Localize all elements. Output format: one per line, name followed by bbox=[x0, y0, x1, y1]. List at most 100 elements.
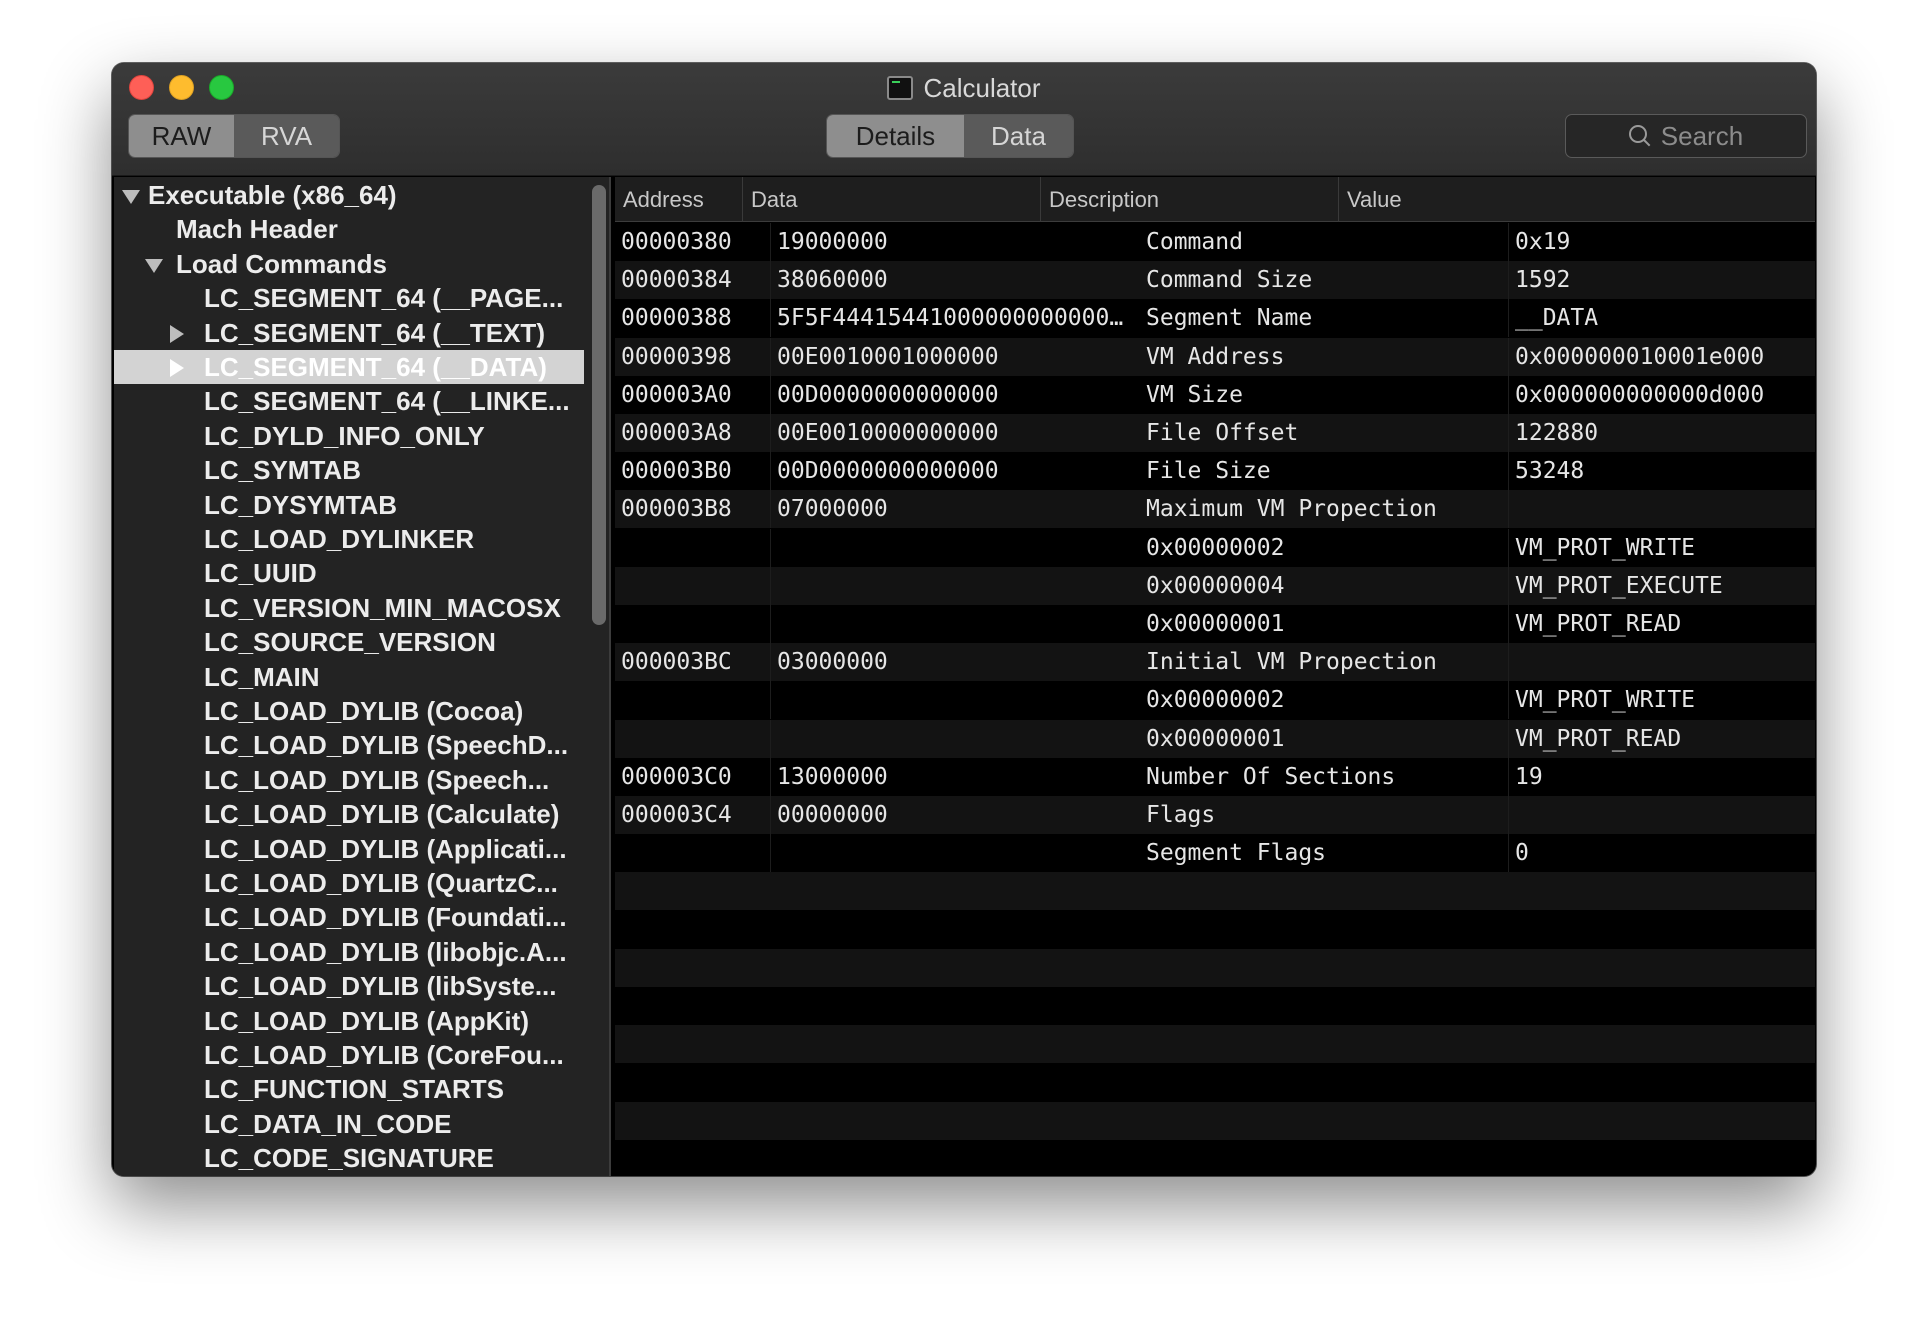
sidebar-item[interactable]: LC_SEGMENT_64 (__PAGE... bbox=[114, 281, 584, 315]
sidebar-item[interactable]: LC_DYLD_INFO_ONLY bbox=[114, 419, 584, 453]
sidebar-item-label: LC_LOAD_DYLIB (CoreFou... bbox=[204, 1040, 564, 1070]
sidebar-item[interactable]: LC_LOAD_DYLIB (Cocoa) bbox=[114, 694, 584, 728]
disclosure-triangle-down-icon[interactable] bbox=[122, 190, 140, 204]
table-row[interactable]: 000003B8 07000000 Maximum VM Propection bbox=[615, 490, 1815, 529]
cell-address bbox=[615, 567, 770, 605]
cell-data bbox=[770, 681, 1140, 720]
cell-description: Segment Flags bbox=[1146, 840, 1327, 867]
sidebar-item-label: LC_LOAD_DYLIB (Cocoa) bbox=[204, 696, 524, 726]
disclosure-triangle-right-icon[interactable] bbox=[170, 359, 184, 377]
details-table: Address Data Description Value 00000380 1… bbox=[615, 177, 1815, 1176]
raw-button[interactable]: RAW bbox=[129, 115, 234, 157]
cell-data: 00D0000000000000 bbox=[770, 375, 1140, 414]
sidebar-item[interactable]: LC_VERSION_MIN_MACOSX bbox=[114, 591, 584, 625]
sidebar-item-label: LC_LOAD_DYLIB (SpeechD... bbox=[204, 730, 569, 761]
sidebar-item-label: LC_LOAD_DYLIB (libobjc.A... bbox=[204, 936, 567, 967]
cell-value: VM_PROT_WRITE bbox=[1508, 528, 1815, 567]
cell-description: VM Size bbox=[1146, 381, 1243, 408]
disclosure-triangle-down-icon[interactable] bbox=[145, 258, 163, 273]
window-title-area: Calculator bbox=[112, 71, 1816, 105]
sidebar-item[interactable]: LC_LOAD_DYLIB (CoreFou... bbox=[114, 1038, 584, 1072]
cell-description: Command Size bbox=[1146, 267, 1313, 294]
table-row[interactable]: 00000388 5F5F44415441000000000000… Segment… bbox=[615, 299, 1815, 338]
table-row[interactable]: 00000384 38060000 Command Size 1592 bbox=[615, 261, 1815, 300]
table-row[interactable]: 000003A8 00E0010000000000 File Offset 12288… bbox=[615, 414, 1815, 452]
data-button[interactable]: Data bbox=[963, 115, 1073, 157]
rva-button[interactable]: RVA bbox=[234, 115, 339, 157]
address-mode-segmented-control: RAW RVA bbox=[128, 114, 340, 158]
sidebar-item[interactable]: LC_SOURCE_VERSION bbox=[114, 625, 584, 659]
sidebar-item[interactable]: LC_MAIN bbox=[114, 660, 584, 694]
cell-description: Command bbox=[1146, 229, 1243, 255]
table-row[interactable]: 0x00000002 VM_PROT_WRITE bbox=[615, 528, 1815, 567]
cell-address: 000003C0 bbox=[621, 763, 732, 790]
table-row[interactable]: 000003A0 00D0000000000000 VM Size 0x0000000… bbox=[615, 375, 1815, 414]
column-header-address[interactable]: Address bbox=[615, 177, 742, 222]
view-mode-segmented-control: Details Data bbox=[826, 114, 1074, 158]
sidebar-item[interactable]: LC_LOAD_DYLIB (AppKit) bbox=[114, 1004, 584, 1038]
table-row[interactable]: 000003BC 03000000 Initial VM Propection bbox=[615, 643, 1815, 682]
sidebar-item[interactable]: LC_FUNCTION_STARTS bbox=[114, 1072, 584, 1106]
sidebar-item[interactable]: LC_UUID bbox=[114, 556, 584, 590]
disclosure-triangle-right-icon[interactable] bbox=[170, 324, 184, 343]
sidebar-item[interactable]: LC_SEGMENT_64 (__TEXT) bbox=[114, 316, 584, 350]
sidebar-item-label: LC_LOAD_DYLIB (QuartzC... bbox=[204, 868, 558, 898]
empty-table-row bbox=[615, 1140, 1815, 1176]
title-bar: Calculator RAW RVA Details Data Search bbox=[112, 63, 1816, 176]
table-row[interactable]: 000003B0 00D0000000000000 File Size 53248 bbox=[615, 452, 1815, 491]
cell-data: 00000000 bbox=[770, 796, 1140, 834]
cell-address: 000003B0 bbox=[621, 458, 732, 485]
sidebar-item-label: LC_DYSYMTAB bbox=[204, 489, 398, 520]
sidebar-item[interactable]: LC_LOAD_DYLIB (SpeechD... bbox=[114, 728, 584, 762]
column-header-data[interactable]: Data bbox=[742, 177, 1040, 222]
sidebar-item[interactable]: LC_DATA_IN_CODE bbox=[114, 1107, 584, 1141]
cell-value: VM_PROT_READ bbox=[1508, 719, 1815, 758]
column-header-value[interactable]: Value bbox=[1338, 177, 1815, 222]
table-row[interactable]: 0x00000002 VM_PROT_WRITE bbox=[615, 681, 1815, 720]
table-row[interactable]: 0x00000001 VM_PROT_READ bbox=[615, 605, 1815, 643]
sidebar-item[interactable]: LC_DYSYMTAB bbox=[114, 488, 584, 522]
cell-value: 0x000000010001e000 bbox=[1508, 337, 1815, 376]
load-commands-sidebar[interactable]: Executable (x86_64) Mach Header Load Comma… bbox=[114, 177, 611, 1176]
table-row[interactable]: 0x00000004 VM_PROT_EXECUTE bbox=[615, 566, 1815, 605]
sidebar-item[interactable]: LC_LOAD_DYLINKER bbox=[114, 522, 584, 556]
sidebar-item-label: LC_UUID bbox=[204, 558, 317, 589]
table-row[interactable]: 0x00000001 VM_PROT_READ bbox=[615, 719, 1815, 758]
cell-description: File Offset bbox=[1146, 420, 1299, 446]
details-button[interactable]: Details bbox=[827, 115, 964, 157]
sidebar-item[interactable]: LC_LOAD_DYLIB (libobjc.A... bbox=[114, 935, 584, 969]
sidebar-item[interactable]: Mach Header bbox=[114, 212, 584, 246]
sidebar-item[interactable]: LC_SEGMENT_64 (__LINKE... bbox=[114, 384, 584, 418]
sidebar-scrollbar[interactable] bbox=[592, 185, 606, 625]
cell-address: 000003C4 bbox=[621, 802, 732, 828]
cell-description: 0x00000001 bbox=[1146, 725, 1285, 752]
cell-value: 1592 bbox=[1508, 261, 1815, 300]
column-header-description[interactable]: Description bbox=[1040, 177, 1338, 222]
sidebar-item[interactable]: LC_LOAD_DYLIB (QuartzC... bbox=[114, 866, 584, 900]
sidebar-item[interactable]: LC_CODE_SIGNATURE bbox=[114, 1141, 584, 1175]
sidebar-item[interactable]: LC_LOAD_DYLIB (Foundati... bbox=[114, 900, 584, 934]
sidebar-item-label: LC_LOAD_DYLIB (Applicati... bbox=[204, 833, 567, 864]
search-field[interactable]: Search bbox=[1565, 114, 1807, 158]
sidebar-item[interactable]: Load Commands bbox=[114, 247, 584, 281]
table-row[interactable]: Segment Flags 0 bbox=[615, 834, 1815, 873]
sidebar-item[interactable]: LC_LOAD_DYLIB (Calculate) bbox=[114, 797, 584, 831]
empty-table-row bbox=[615, 1063, 1815, 1101]
sidebar-item[interactable]: LC_LOAD_DYLIB (libSyste... bbox=[114, 969, 584, 1003]
table-row[interactable]: 00000380 19000000 Command 0x19 bbox=[615, 223, 1815, 261]
cell-value: 53248 bbox=[1508, 452, 1815, 491]
search-icon bbox=[1628, 125, 1651, 147]
sidebar-item[interactable]: Executable (x86_64) bbox=[114, 178, 584, 212]
sidebar-item[interactable]: LC_LOAD_DYLIB (Speech... bbox=[114, 763, 584, 797]
sidebar-item-label: LC_LOAD_DYLIB (libSyste... bbox=[204, 971, 557, 1002]
empty-table-row bbox=[615, 987, 1815, 1025]
cell-description: 0x00000004 bbox=[1146, 572, 1285, 599]
table-row[interactable]: 000003C0 13000000 Number Of Sections 19 bbox=[615, 757, 1815, 796]
sidebar-item[interactable]: LC_SYMTAB bbox=[114, 453, 584, 487]
table-row[interactable]: 000003C4 00000000 Flags bbox=[615, 796, 1815, 834]
table-row[interactable]: 00000398 00E0010001000000 VM Address 0x0000… bbox=[615, 337, 1815, 376]
sidebar-item[interactable]: LC_LOAD_DYLIB (Applicati... bbox=[114, 832, 584, 866]
sidebar-item-label: LC_LOAD_DYLINKER bbox=[204, 524, 475, 554]
cell-data: 03000000 bbox=[770, 643, 1140, 682]
sidebar-item[interactable]: LC_SEGMENT_64 (__DATA) bbox=[114, 350, 584, 384]
